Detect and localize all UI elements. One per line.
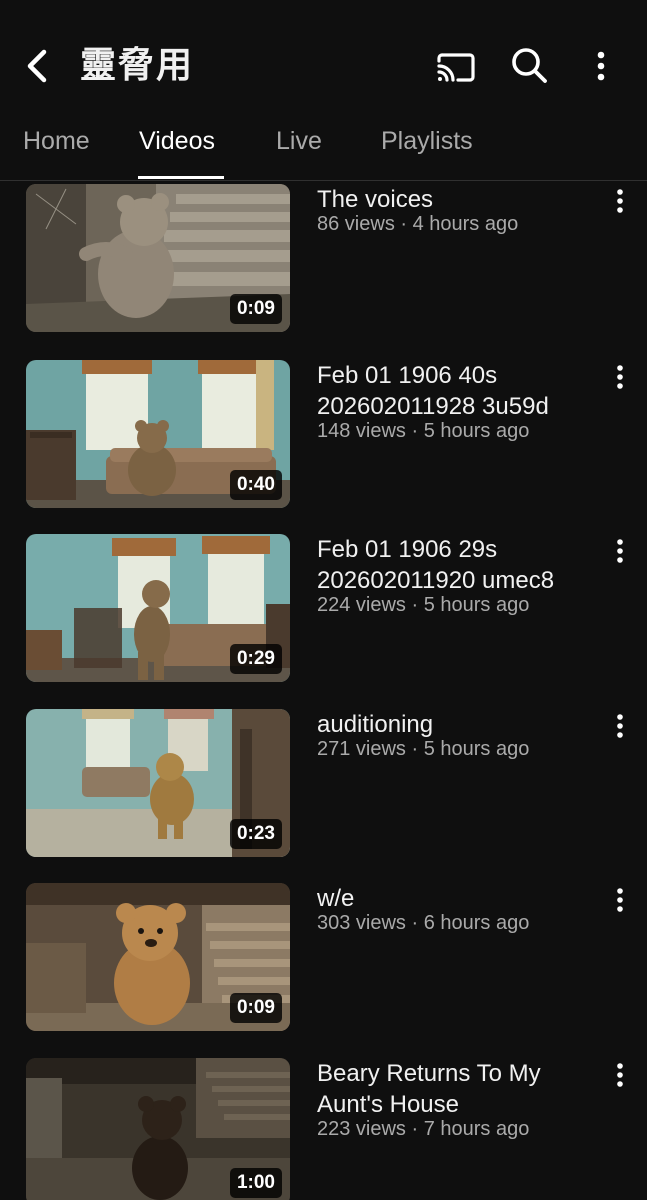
video-meta: 224 views · 5 hours ago: [317, 594, 530, 616]
video-thumbnail[interactable]: 0:09: [26, 184, 290, 332]
video-duration: 0:09: [229, 993, 282, 1023]
video-more-icon[interactable]: [606, 883, 634, 917]
video-duration: 0:40: [229, 470, 282, 500]
search-icon[interactable]: [506, 42, 552, 88]
video-thumbnail[interactable]: 0:23: [26, 709, 290, 857]
video-duration: 0:09: [229, 294, 282, 324]
video-title[interactable]: Beary Returns To My Aunt's House: [317, 1058, 597, 1120]
tab-videos[interactable]: Videos: [139, 124, 215, 158]
video-more-icon[interactable]: [606, 709, 634, 743]
video-meta: 303 views · 6 hours ago: [317, 912, 530, 934]
video-more-icon[interactable]: [606, 1058, 634, 1092]
video-item[interactable]: 0:40 Feb 01 1906 40s 202602011928 3u59d …: [0, 360, 647, 510]
video-duration: 1:00: [229, 1168, 282, 1198]
video-more-icon[interactable]: [606, 534, 634, 568]
more-vert-icon[interactable]: [583, 44, 619, 88]
video-thumbnail[interactable]: 0:40: [26, 360, 290, 508]
channel-tabs: Home Videos Live Playlists: [0, 116, 647, 180]
tabs-divider: [0, 180, 647, 181]
top-app-bar: 靈脅用: [0, 0, 647, 120]
video-more-icon[interactable]: [606, 360, 634, 394]
video-title[interactable]: Feb 01 1906 29s 202602011920 umec8: [317, 534, 597, 596]
active-tab-indicator: [138, 176, 224, 179]
video-item[interactable]: 1:00 Beary Returns To My Aunt's House 22…: [0, 1058, 647, 1200]
video-duration: 0:29: [229, 644, 282, 674]
video-title[interactable]: Feb 01 1906 40s 202602011928 3u59d: [317, 360, 597, 422]
channel-title: 靈脅用: [80, 45, 195, 86]
video-thumbnail[interactable]: 0:09: [26, 883, 290, 1031]
video-meta: 148 views · 5 hours ago: [317, 420, 530, 442]
tab-playlists[interactable]: Playlists: [381, 124, 473, 158]
video-item[interactable]: 0:09 The voices 86 views · 4 hours ago: [0, 184, 647, 334]
video-duration: 0:23: [229, 819, 282, 849]
back-arrow-icon[interactable]: [18, 44, 58, 88]
tab-live[interactable]: Live: [276, 124, 322, 158]
tab-home[interactable]: Home: [23, 124, 90, 158]
video-meta: 271 views · 5 hours ago: [317, 738, 530, 760]
video-item[interactable]: 0:29 Feb 01 1906 29s 202602011920 umec8 …: [0, 534, 647, 684]
video-more-icon[interactable]: [606, 184, 634, 218]
cast-icon[interactable]: [434, 44, 478, 88]
video-thumbnail[interactable]: 0:29: [26, 534, 290, 682]
video-item[interactable]: 0:23 auditioning 271 views · 5 hours ago: [0, 709, 647, 859]
video-meta: 86 views · 4 hours ago: [317, 213, 519, 235]
video-meta: 223 views · 7 hours ago: [317, 1118, 530, 1140]
video-item[interactable]: 0:09 w/e 303 views · 6 hours ago: [0, 883, 647, 1033]
video-thumbnail[interactable]: 1:00: [26, 1058, 290, 1200]
